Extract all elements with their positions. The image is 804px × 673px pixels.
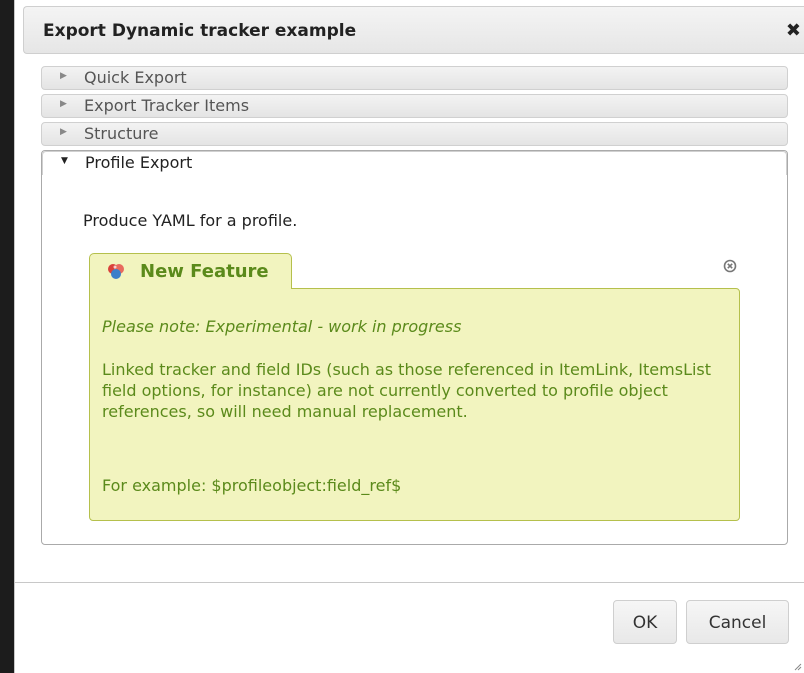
new-feature-tab: New Feature — [89, 253, 292, 289]
close-icon[interactable]: ✖ — [786, 20, 801, 41]
new-feature-box: Please note: Experimental - work in prog… — [89, 288, 740, 521]
accordion-header-quick-export[interactable]: ▶ Quick Export — [41, 66, 788, 90]
accordion-section-profile-export: ▼ Profile Export Produce YAML for a prof… — [41, 150, 788, 545]
accordion-header-label: Quick Export — [84, 68, 187, 87]
accordion-header-profile-export[interactable]: ▼ Profile Export — [42, 151, 787, 175]
chevron-right-icon: ▶ — [60, 99, 67, 109]
accordion-panel-profile-export: Produce YAML for a profile. New Feature — [42, 175, 787, 544]
new-feature-title: New Feature — [140, 261, 269, 282]
dialog-titlebar[interactable]: Export Dynamic tracker example ✖ — [23, 6, 804, 54]
export-accordion: ▶ Quick Export ▶ Export Tracker Items ▶ … — [41, 66, 788, 545]
accordion-header-export-tracker-items[interactable]: ▶ Export Tracker Items — [41, 94, 788, 118]
chevron-right-icon: ▶ — [60, 127, 67, 137]
feature-body: Linked tracker and field IDs (such as th… — [102, 360, 712, 421]
dismiss-icon[interactable] — [723, 259, 737, 273]
button-pane-divider — [15, 582, 804, 583]
resize-handle-icon[interactable] — [792, 661, 802, 671]
feature-note: Please note: Experimental - work in prog… — [102, 317, 462, 336]
feature-example: For example: $profileobject:field_ref$ — [102, 476, 402, 495]
ok-button[interactable]: OK — [613, 600, 677, 644]
cancel-button[interactable]: Cancel — [686, 600, 789, 644]
dialog-title: Export Dynamic tracker example — [43, 21, 357, 41]
profile-export-intro: Produce YAML for a profile. — [83, 211, 298, 230]
chevron-down-icon: ▼ — [61, 156, 68, 166]
new-feature-icon — [108, 264, 124, 279]
export-dialog: Export Dynamic tracker example ✖ ▶ Quick… — [14, 0, 804, 673]
accordion-header-structure[interactable]: ▶ Structure — [41, 122, 788, 146]
accordion-header-label: Structure — [84, 124, 159, 143]
chevron-right-icon: ▶ — [60, 71, 67, 81]
accordion-header-label: Export Tracker Items — [84, 96, 250, 115]
accordion-header-label: Profile Export — [85, 153, 193, 172]
